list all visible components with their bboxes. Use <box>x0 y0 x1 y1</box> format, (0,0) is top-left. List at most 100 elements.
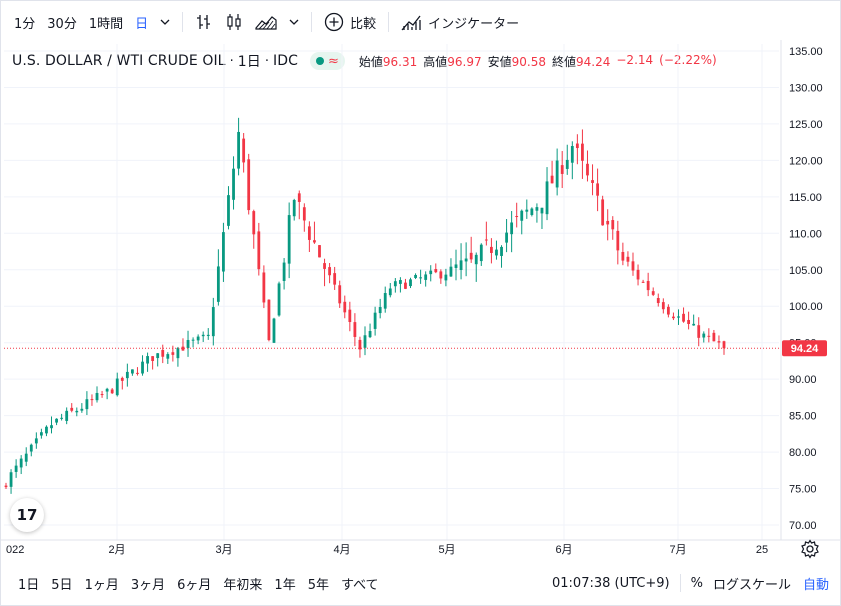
candle-body <box>29 444 33 452</box>
interval-1h-button[interactable]: 1時間 <box>83 8 129 36</box>
candle-body <box>490 246 493 253</box>
candles-chart-type-icon[interactable] <box>219 8 249 36</box>
range-ytd-button[interactable]: 年初来 <box>217 570 268 596</box>
candle-body <box>9 472 13 487</box>
candle-body <box>439 271 443 279</box>
price-axis-label: 115.00 <box>789 192 822 204</box>
candle-body <box>242 138 246 163</box>
interval-1m-button[interactable]: 1分 <box>8 8 41 36</box>
candle-body <box>141 361 144 374</box>
candle-body <box>323 263 326 269</box>
candle-body <box>287 215 291 264</box>
candle-body <box>110 389 114 394</box>
candle-body <box>297 193 301 202</box>
range-1m-button[interactable]: 1ヶ月 <box>79 570 125 596</box>
candle-body <box>621 251 625 261</box>
candle-body <box>409 279 412 287</box>
interval-dropdown-chevron-icon[interactable] <box>154 8 176 36</box>
candle-body <box>363 335 367 348</box>
candle-body <box>722 341 726 349</box>
candle-body <box>449 266 453 277</box>
candle-body <box>484 239 488 241</box>
candle-body <box>565 159 569 169</box>
time-axis-label: 4月 <box>333 544 350 556</box>
candle-body <box>125 371 129 379</box>
candle-body <box>65 410 69 421</box>
time-axis-label: 022 <box>6 544 24 556</box>
candle-body <box>282 262 286 281</box>
candle-body <box>631 261 635 271</box>
candle-body <box>50 425 53 429</box>
candle-body <box>39 432 43 436</box>
chart-type-chevron-icon[interactable] <box>283 8 305 36</box>
candle-body <box>75 410 79 413</box>
candle-body <box>222 232 225 272</box>
last-price-label: 94.24 <box>791 343 819 355</box>
range-1d-button[interactable]: 1日 <box>12 570 45 596</box>
candle-body <box>591 180 594 183</box>
range-1y-button[interactable]: 1年 <box>268 570 301 596</box>
timezone-clock[interactable]: 01:07:38 (UTC+9) <box>552 576 670 591</box>
range-6m-button[interactable]: 6ヶ月 <box>171 570 217 596</box>
candle-body <box>419 277 423 279</box>
candle-body <box>201 334 205 337</box>
candle-body <box>227 195 230 226</box>
tradingview-logo-icon[interactable]: 17 <box>10 498 44 532</box>
candle-body <box>682 313 685 322</box>
range-5y-button[interactable]: 5年 <box>302 570 335 596</box>
price-axis-label: 130.00 <box>789 82 823 94</box>
indicators-icon <box>401 15 421 31</box>
candle-body <box>414 274 417 278</box>
candle-body <box>495 249 498 256</box>
candle-body <box>454 264 458 268</box>
candle-body <box>252 211 256 235</box>
candle-body <box>156 353 160 359</box>
candle-body <box>424 274 428 280</box>
compare-button[interactable]: 比較 <box>318 8 382 36</box>
price-axis-label: 135.00 <box>789 46 823 58</box>
candle-body <box>146 356 149 364</box>
price-axis-label: 100.00 <box>789 301 823 313</box>
candle-body <box>191 339 195 341</box>
candle-body <box>530 208 534 215</box>
percent-toggle[interactable]: % <box>691 576 703 591</box>
candle-body <box>525 209 529 212</box>
area-chart-type-icon[interactable] <box>249 8 283 36</box>
candle-body <box>237 131 240 169</box>
log-scale-toggle[interactable]: ログスケール <box>713 574 791 593</box>
candle-body <box>292 199 296 217</box>
price-chart[interactable]: 135.00 130.00 125.00 120.00 115.00 110.00 105.… <box>0 40 841 565</box>
interval-30m-button[interactable]: 30分 <box>41 8 83 36</box>
candle-body <box>216 266 220 302</box>
candle-body <box>24 453 28 462</box>
candle-body <box>90 399 94 401</box>
candle-body <box>45 426 48 434</box>
candle-body <box>692 323 696 326</box>
candle-body <box>338 285 342 304</box>
candle-body <box>656 298 660 304</box>
indicators-button[interactable]: インジケーター <box>395 8 525 36</box>
candle-body <box>14 465 18 472</box>
range-5d-button[interactable]: 5日 <box>45 570 78 596</box>
candle-body <box>677 316 680 318</box>
candle-body <box>510 222 514 235</box>
candle-body <box>505 232 508 243</box>
candle-body <box>171 352 175 355</box>
candle-body <box>651 291 655 295</box>
candle-body <box>444 274 448 281</box>
time-axis-label: 25 <box>756 544 768 556</box>
auto-scale-toggle[interactable]: 自動 <box>803 574 829 593</box>
candle-body <box>343 301 347 313</box>
range-all-button[interactable]: すべて <box>335 570 385 596</box>
candle-body <box>196 336 200 341</box>
bars-chart-type-icon[interactable] <box>189 8 219 36</box>
settings-gear-icon[interactable] <box>800 539 820 559</box>
candle-body <box>136 372 139 374</box>
candle-body <box>570 146 574 163</box>
price-axis-label: 120.00 <box>789 155 823 167</box>
time-axis-label: 7月 <box>669 544 686 556</box>
candle-body <box>206 334 210 336</box>
candle-body <box>70 407 74 411</box>
interval-1d-button[interactable]: 日 <box>129 8 154 36</box>
range-3m-button[interactable]: 3ヶ月 <box>125 570 171 596</box>
